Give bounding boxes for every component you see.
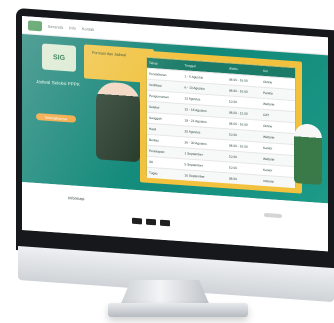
nav-item-contact[interactable]: Kontak (82, 26, 94, 32)
table-cell: 25 Agustus (184, 129, 201, 135)
table-cell: 08.00 - 16.00 (228, 88, 248, 94)
table-cell: SK (149, 159, 154, 165)
nav-item-info[interactable]: Info (69, 25, 76, 30)
social-icon[interactable] (160, 219, 170, 227)
table-cell: 10.00 (228, 165, 237, 171)
hero-badge: SIG (42, 43, 76, 72)
hero-headline: Jadwal Seleksi PPPK (36, 78, 80, 88)
monitor-stand-base (108, 303, 248, 317)
table-cell: 6 - 10 Agustus (184, 85, 205, 91)
side-link[interactable] (264, 212, 282, 219)
table-cell: 08.00 (228, 176, 237, 182)
hero-cta-button[interactable]: Selengkapnya (36, 112, 76, 123)
content-title: Informasi (68, 195, 85, 202)
table-cell: 08.00 - 16.00 (228, 121, 248, 127)
table-cell: 15 - 18 Agustus (184, 107, 207, 113)
hero-person-illustration (96, 81, 140, 163)
table-cell: 08.00 - 16.00 (228, 77, 248, 83)
hero-person-illustration-right (294, 123, 322, 185)
table-cell: Berkas (149, 137, 159, 143)
nav-item-home[interactable]: Beranda (48, 24, 63, 30)
table-cell: 12 Agustus (184, 96, 201, 102)
table-cell: 10.00 (228, 99, 237, 105)
social-icon[interactable] (132, 217, 142, 225)
table-cell: Tugas (149, 170, 158, 176)
table-cell: Pendaftaran (149, 71, 167, 78)
table-cell: CAT (262, 112, 270, 118)
table-header-cell: Tanggal (184, 63, 196, 69)
table-cell: Seleksi (149, 104, 160, 110)
site-logo-icon[interactable] (28, 19, 42, 31)
schedule-table: Tahap Tanggal Waktu Ket Pendaftaran 1 - … (146, 56, 296, 189)
table-header-cell: Ket (262, 68, 268, 74)
table-header-cell: Tahap (149, 60, 158, 66)
table-cell: 5 September (184, 162, 203, 168)
table-cell: Verifikasi (149, 82, 162, 88)
table-cell: 1 - 5 Agustus (184, 74, 204, 80)
table-cell: 19 - 21 Agustus (184, 118, 207, 124)
icon-row (132, 217, 170, 227)
table-cell: Online (262, 79, 273, 85)
table-cell: Kantor (262, 145, 273, 151)
table-cell: Penetapan (149, 148, 165, 154)
table-cell: 08.00 - 16.00 (228, 143, 248, 149)
social-icon[interactable] (146, 218, 156, 226)
table-cell: 10.00 (228, 154, 237, 160)
monitor-screen: Beranda Info Kontak SIG Formasi dan Jadw… (22, 16, 328, 252)
table-cell: Website (262, 156, 275, 162)
table-cell: 10.00 (228, 132, 237, 138)
table-header-cell: Waktu (228, 66, 238, 72)
table-cell: Instansi (262, 178, 274, 184)
table-cell: Hasil (149, 126, 157, 132)
table-cell: Sanggah (149, 115, 162, 121)
table-cell: 08.00 - 12.00 (228, 110, 248, 116)
table-cell: Website (262, 134, 275, 140)
table-cell: 10 September (184, 173, 205, 179)
table-cell: Kantor (262, 167, 273, 173)
table-cell: 26 - 30 Agustus (184, 140, 207, 146)
table-cell: Website (262, 101, 275, 107)
table-cell: Panitia (262, 90, 273, 96)
table-cell: Online (262, 123, 273, 129)
table-cell: 1 September (184, 151, 203, 157)
hero-banner: SIG Formasi dan Jadwal Jadwal Seleksi PP… (22, 34, 328, 204)
table-cell: Pengumuman (149, 93, 169, 100)
